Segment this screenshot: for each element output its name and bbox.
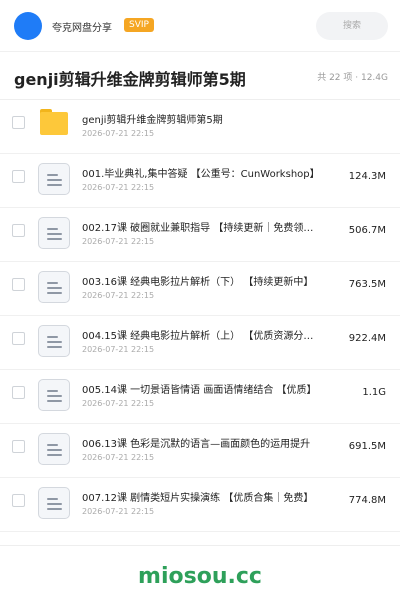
file-row[interactable]: 001.毕业典礼,集中答疑 【公重号：CunWorkshop】 2026-07-2… xyxy=(0,154,400,208)
folder-summary: 共 22 项 · 12.4G xyxy=(317,73,388,83)
svip-badge: SVIP xyxy=(124,18,154,32)
item-date: 2026-07-21 22:15 xyxy=(82,291,155,300)
folder-icon xyxy=(40,109,68,135)
document-icon xyxy=(38,433,70,465)
watermark: miosou.cc xyxy=(138,564,262,589)
document-icon xyxy=(38,217,70,249)
top-bar: 夸克网盘分享 SVIP 搜索 xyxy=(0,0,400,52)
item-name[interactable]: 001.毕业典礼,集中答疑 【公重号：CunWorkshop】 xyxy=(82,165,322,180)
item-date: 2026-07-21 22:15 xyxy=(82,507,155,516)
item-date: 2026-07-21 22:15 xyxy=(82,237,155,246)
row-checkbox[interactable] xyxy=(12,170,25,183)
item-date: 2026-07-21 22:15 xyxy=(82,183,155,192)
item-date: 2026-07-21 22:15 xyxy=(82,399,155,408)
row-checkbox[interactable] xyxy=(12,440,25,453)
item-name[interactable]: genji剪辑升维金牌剪辑师第5期 xyxy=(82,111,322,126)
divider xyxy=(0,545,400,546)
document-icon xyxy=(38,379,70,411)
item-size: 506.7M xyxy=(348,225,386,236)
share-owner-name: 夸克网盘分享 xyxy=(52,23,112,34)
file-row[interactable]: 006.13课 色彩是沉默的语言—画面颜色的运用提升 2026-07-21 22:… xyxy=(0,424,400,478)
row-checkbox[interactable] xyxy=(12,494,25,507)
row-checkbox[interactable] xyxy=(12,332,25,345)
item-name[interactable]: 004.15课 经典电影拉片解析（上） 【优质资源分享】 xyxy=(82,327,322,342)
page-title: genji剪辑升维金牌剪辑师第5期 xyxy=(14,70,246,89)
document-icon xyxy=(38,271,70,303)
file-row[interactable]: 007.12课 剧情类短片实操演练 【优质合集｜免费】 2026-07-21 22… xyxy=(0,478,400,532)
document-icon xyxy=(38,163,70,195)
document-icon xyxy=(38,325,70,357)
folder-row[interactable]: genji剪辑升维金牌剪辑师第5期 2026-07-21 22:15 xyxy=(0,100,400,154)
item-size: 691.5M xyxy=(348,441,386,452)
search-button[interactable]: 搜索 xyxy=(316,12,388,40)
item-date: 2026-07-21 22:15 xyxy=(82,129,155,138)
item-name[interactable]: 005.14课 一切景语皆情语 画面语情绪结合 【优质】 xyxy=(82,381,322,396)
file-row[interactable]: 002.17课 破圈就业兼职指导 【持续更新｜免费领取】 2026-07-21 2… xyxy=(0,208,400,262)
row-checkbox[interactable] xyxy=(12,386,25,399)
item-size: 922.4M xyxy=(348,333,386,344)
row-checkbox[interactable] xyxy=(12,224,25,237)
document-icon xyxy=(38,487,70,519)
file-row[interactable]: 005.14课 一切景语皆情语 画面语情绪结合 【优质】 2026-07-21 2… xyxy=(0,370,400,424)
item-name[interactable]: 006.13课 色彩是沉默的语言—画面颜色的运用提升 xyxy=(82,435,322,450)
file-list: genji剪辑升维金牌剪辑师第5期 2026-07-21 22:15 001.毕业典… xyxy=(0,100,400,532)
item-name[interactable]: 003.16课 经典电影拉片解析（下） 【持续更新中】 xyxy=(82,273,322,288)
file-row[interactable]: 004.15课 经典电影拉片解析（上） 【优质资源分享】 2026-07-21 2… xyxy=(0,316,400,370)
item-name[interactable]: 002.17课 破圈就业兼职指导 【持续更新｜免费领取】 xyxy=(82,219,322,234)
item-date: 2026-07-21 22:15 xyxy=(82,345,155,354)
row-checkbox[interactable] xyxy=(12,116,25,129)
item-size: 763.5M xyxy=(348,279,386,290)
title-bar: genji剪辑升维金牌剪辑师第5期 共 22 项 · 12.4G xyxy=(0,52,400,99)
item-size: 774.8M xyxy=(348,495,386,506)
file-row[interactable]: 003.16课 经典电影拉片解析（下） 【持续更新中】 2026-07-21 22… xyxy=(0,262,400,316)
item-date: 2026-07-21 22:15 xyxy=(82,453,155,462)
item-name[interactable]: 007.12课 剧情类短片实操演练 【优质合集｜免费】 xyxy=(82,489,322,504)
row-checkbox[interactable] xyxy=(12,278,25,291)
item-size: 1.1G xyxy=(362,387,386,398)
avatar[interactable] xyxy=(14,12,42,40)
item-size: 124.3M xyxy=(348,171,386,182)
